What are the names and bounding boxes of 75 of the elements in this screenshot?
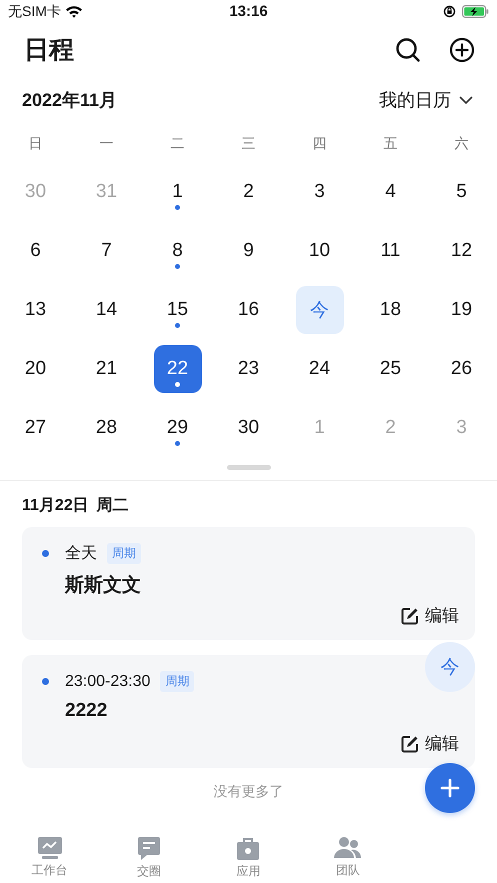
today-day-button[interactable]: 今 [296,286,344,334]
weekday-label: 二 [170,134,186,154]
end-of-list-text: 没有更多了 [214,783,284,802]
repeat-tag: 周期 [107,543,141,564]
weekday-label: 四 [312,134,328,154]
edit-icon [401,734,419,753]
edit-icon [401,606,419,625]
event-bullet [42,678,49,686]
selected-weekday: 周二 [96,496,129,516]
day-button[interactable]: 23 [224,344,272,393]
day-button[interactable]: 6 [12,226,60,275]
battery-charging-icon [462,5,489,18]
day-button[interactable]: 21 [82,344,130,393]
weekday-label: 一 [98,134,114,154]
day-button[interactable]: 12 [438,226,486,275]
event-title: 2222 [65,700,108,722]
tab-bar-item[interactable]: 团队 [298,834,398,883]
day-button[interactable]: 16 [224,286,272,334]
add-button[interactable] [449,36,475,63]
selected-date: 11月22日 [22,496,89,516]
calendar-picker[interactable]: 我的日历 [379,88,473,112]
chevron-down-icon [459,96,473,105]
weekday-label: 三 [240,134,256,154]
tab-bar-item[interactable]: 应用 [198,834,298,883]
day-button[interactable]: 14 [82,286,130,334]
day-button[interactable]: 25 [366,344,414,393]
day-button[interactable]: 27 [12,404,60,452]
day-button[interactable]: 8 [154,226,202,275]
today-button[interactable]: 今 [425,642,475,692]
day-button[interactable]: 5 [438,168,486,216]
orientation-lock-icon [443,5,456,18]
drag-handle[interactable] [226,465,270,470]
event-time: 23:00-23:30 [65,672,150,691]
month-label: 2022年11月 [22,89,118,112]
status-time: 13:16 [229,3,268,20]
day-button[interactable]: 29 [154,404,202,452]
day-button[interactable]: 26 [438,344,486,393]
day-button[interactable]: 28 [82,404,130,452]
plus-icon [440,778,460,798]
weekday-label: 日 [28,134,44,154]
event-bullet [42,550,49,558]
tab-bar-item[interactable]: 工作台 [0,834,100,883]
day-button[interactable]: 19 [438,286,486,334]
tab-bar-item[interactable]: 交圈 [99,834,199,883]
day-button[interactable]: 15 [154,286,202,334]
day-button[interactable]: 4 [366,168,414,216]
day-button[interactable]: 13 [12,286,60,334]
day-button[interactable]: 20 [12,344,60,393]
people-icon [334,836,362,860]
day-button[interactable]: 11 [366,226,414,275]
search-button[interactable] [395,36,421,63]
event-card[interactable]: 全天 周期 斯斯文文 编辑 [22,527,475,640]
new-event-button[interactable] [425,763,475,814]
day-button[interactable]: 7 [82,226,130,275]
search-icon [395,36,421,63]
day-button[interactable]: 9 [224,226,272,275]
weekday-label: 五 [382,134,398,154]
day-button[interactable]: 3 [296,168,344,216]
weekday-label: 六 [454,134,470,154]
day-button[interactable]: 22 [154,344,202,393]
carrier-label: 无SIM卡 [8,2,61,21]
day-button[interactable]: 1 [154,168,202,216]
day-button[interactable]: 2 [224,168,272,216]
day-button[interactable]: 18 [366,286,414,334]
page-title: 日程 [24,35,75,66]
edit-button[interactable]: 编辑 [401,732,459,756]
day-button[interactable]: 24 [296,344,344,393]
repeat-tag: 周期 [160,671,194,692]
day-button[interactable]: 10 [296,226,344,275]
wifi-icon [64,5,83,18]
day-button[interactable]: 30 [224,404,272,452]
event-title: 斯斯文文 [65,574,142,598]
event-time: 全天 [65,544,97,564]
add-circle-icon [449,36,475,63]
edit-button[interactable]: 编辑 [401,604,459,628]
